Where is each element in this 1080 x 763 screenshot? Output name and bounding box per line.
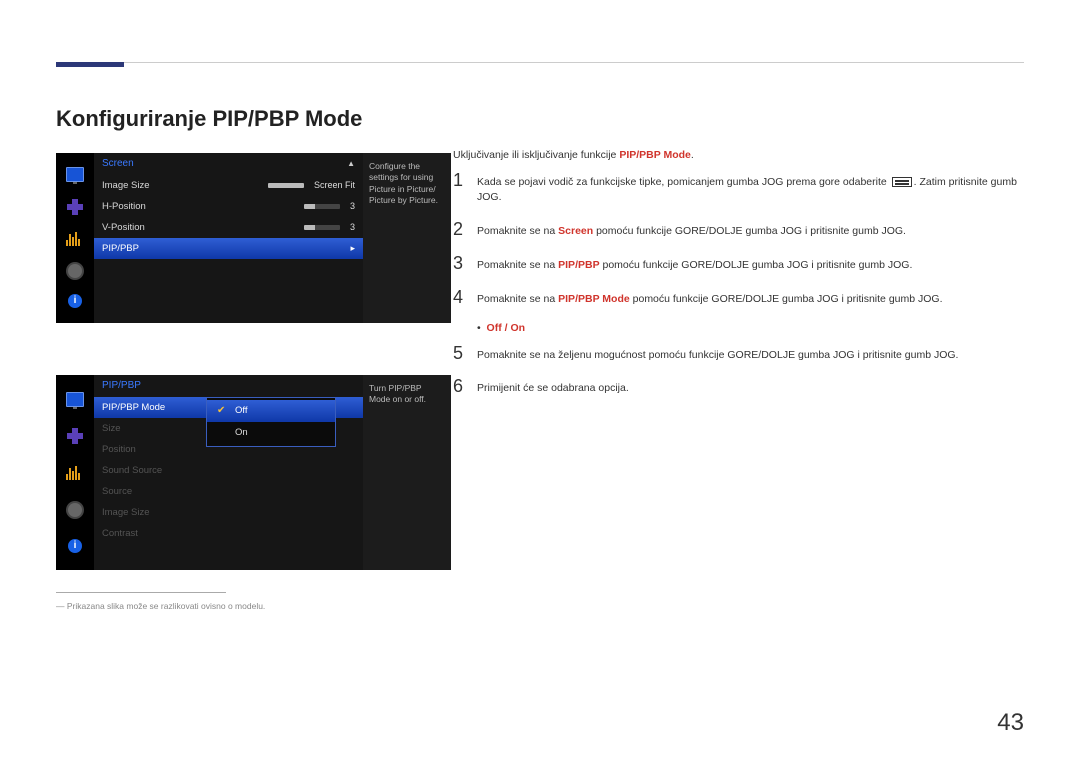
osd-row-label: Position [102,444,136,455]
osd-description: Turn PIP/PBP Mode on or off. [363,375,451,570]
osd-row-sound-source: Sound Source [94,460,363,481]
eq-icon [66,466,84,481]
osd-row-label: Image Size [102,507,150,518]
dpad-icon [67,428,83,444]
osd-screenshot-screen: i Screen ▲ Image Size Screen Fit H-Posit… [56,153,451,323]
osd-row-value: 3 [304,222,355,232]
step-3: 3 Pomaknite se na PIP/PBP pomoću funkcij… [453,254,1024,274]
up-arrow-icon: ▲ [347,153,355,175]
step-number: 6 [453,377,477,397]
osd-row-value: 3 [304,201,355,211]
top-separator [56,62,1024,63]
options-list: • Off / On [477,322,1024,334]
osd-row-contrast: Contrast [94,523,363,544]
monitor-icon [66,392,84,407]
chevron-right-icon: ▸ [350,243,355,254]
osd-row-label: Contrast [102,528,138,539]
osd-row-label: V-Position [102,222,145,233]
osd-title: Screen [102,153,134,175]
popup-option-label: On [235,427,248,438]
menu-icon [892,177,912,187]
step-number: 2 [453,220,477,240]
osd-title: PIP/PBP [102,375,141,397]
intro-text: Uključivanje ili isključivanje funkcije … [453,149,1024,161]
footnote-separator [56,592,226,593]
eq-icon [66,232,84,247]
gear-icon [68,503,82,517]
osd-row-v-position: V-Position 3 [94,217,363,238]
osd-row-label: H-Position [102,201,146,212]
osd-panel: Screen ▲ Image Size Screen Fit H-Positio… [94,153,363,323]
osd-sidebar: i [56,153,94,323]
osd-row-label: Image Size [102,180,150,191]
osd-row-label: PIP/PBP Mode [102,402,165,413]
osd-row-source: Source [94,481,363,502]
osd-panel: PIP/PBP PIP/PBP Mode Size Position Sound… [94,375,363,570]
footnote: ― Prikazana slika može se razlikovati ov… [56,601,451,611]
page-number: 43 [997,709,1024,737]
osd-row-image-size: Image Size [94,502,363,523]
osd-row-h-position: H-Position 3 [94,196,363,217]
info-icon: i [68,539,82,553]
osd-description: Configure the settings for using Picture… [363,153,451,323]
step-6: 6 Primijenit će se odabrana opcija. [453,377,1024,397]
step-number: 3 [453,254,477,274]
info-icon: i [68,294,82,308]
popup-option-label: Off [235,405,248,416]
step-text: Pomaknite se na PIP/PBP pomoću funkcije … [477,254,1024,274]
step-1: 1 Kada se pojavi vodič za funkcijske tip… [453,171,1024,207]
step-2: 2 Pomaknite se na Screen pomoću funkcije… [453,220,1024,240]
popup-option-off: ✔ Off [207,400,335,422]
step-4: 4 Pomaknite se na PIP/PBP Mode pomoću fu… [453,288,1024,308]
check-icon: ✔ [217,405,227,416]
step-number: 5 [453,344,477,364]
dpad-icon [67,199,83,215]
popup-option-on: On [207,422,335,444]
osd-row-label: PIP/PBP [102,243,139,254]
osd-row-label: Size [102,423,120,434]
step-number: 1 [453,171,477,191]
step-number: 4 [453,288,477,308]
monitor-icon [66,167,84,182]
page-title: Konfiguriranje PIP/PBP Mode [56,106,1024,132]
osd-row-pip-pbp: PIP/PBP ▸ [94,238,363,259]
step-text: Pomaknite se na željenu mogućnost pomoću… [477,344,1024,364]
step-text: Pomaknite se na Screen pomoću funkcije G… [477,220,1024,240]
osd-sidebar: i [56,375,94,570]
osd-row-image-size: Image Size Screen Fit [94,175,363,196]
top-accent-bar [56,62,124,67]
step-text: Kada se pojavi vodič za funkcijske tipke… [477,171,1024,207]
gear-icon [68,264,82,278]
osd-popup: ✔ Off On [206,397,336,447]
osd-screenshot-pip-pbp: i PIP/PBP PIP/PBP Mode Size Position Sou… [56,375,451,570]
osd-row-label: Sound Source [102,465,162,476]
step-5: 5 Pomaknite se na željenu mogućnost pomo… [453,344,1024,364]
osd-row-value: Screen Fit [268,180,355,190]
step-text: Pomaknite se na PIP/PBP Mode pomoću funk… [477,288,1024,308]
step-text: Primijenit će se odabrana opcija. [477,377,1024,397]
osd-row-label: Source [102,486,132,497]
